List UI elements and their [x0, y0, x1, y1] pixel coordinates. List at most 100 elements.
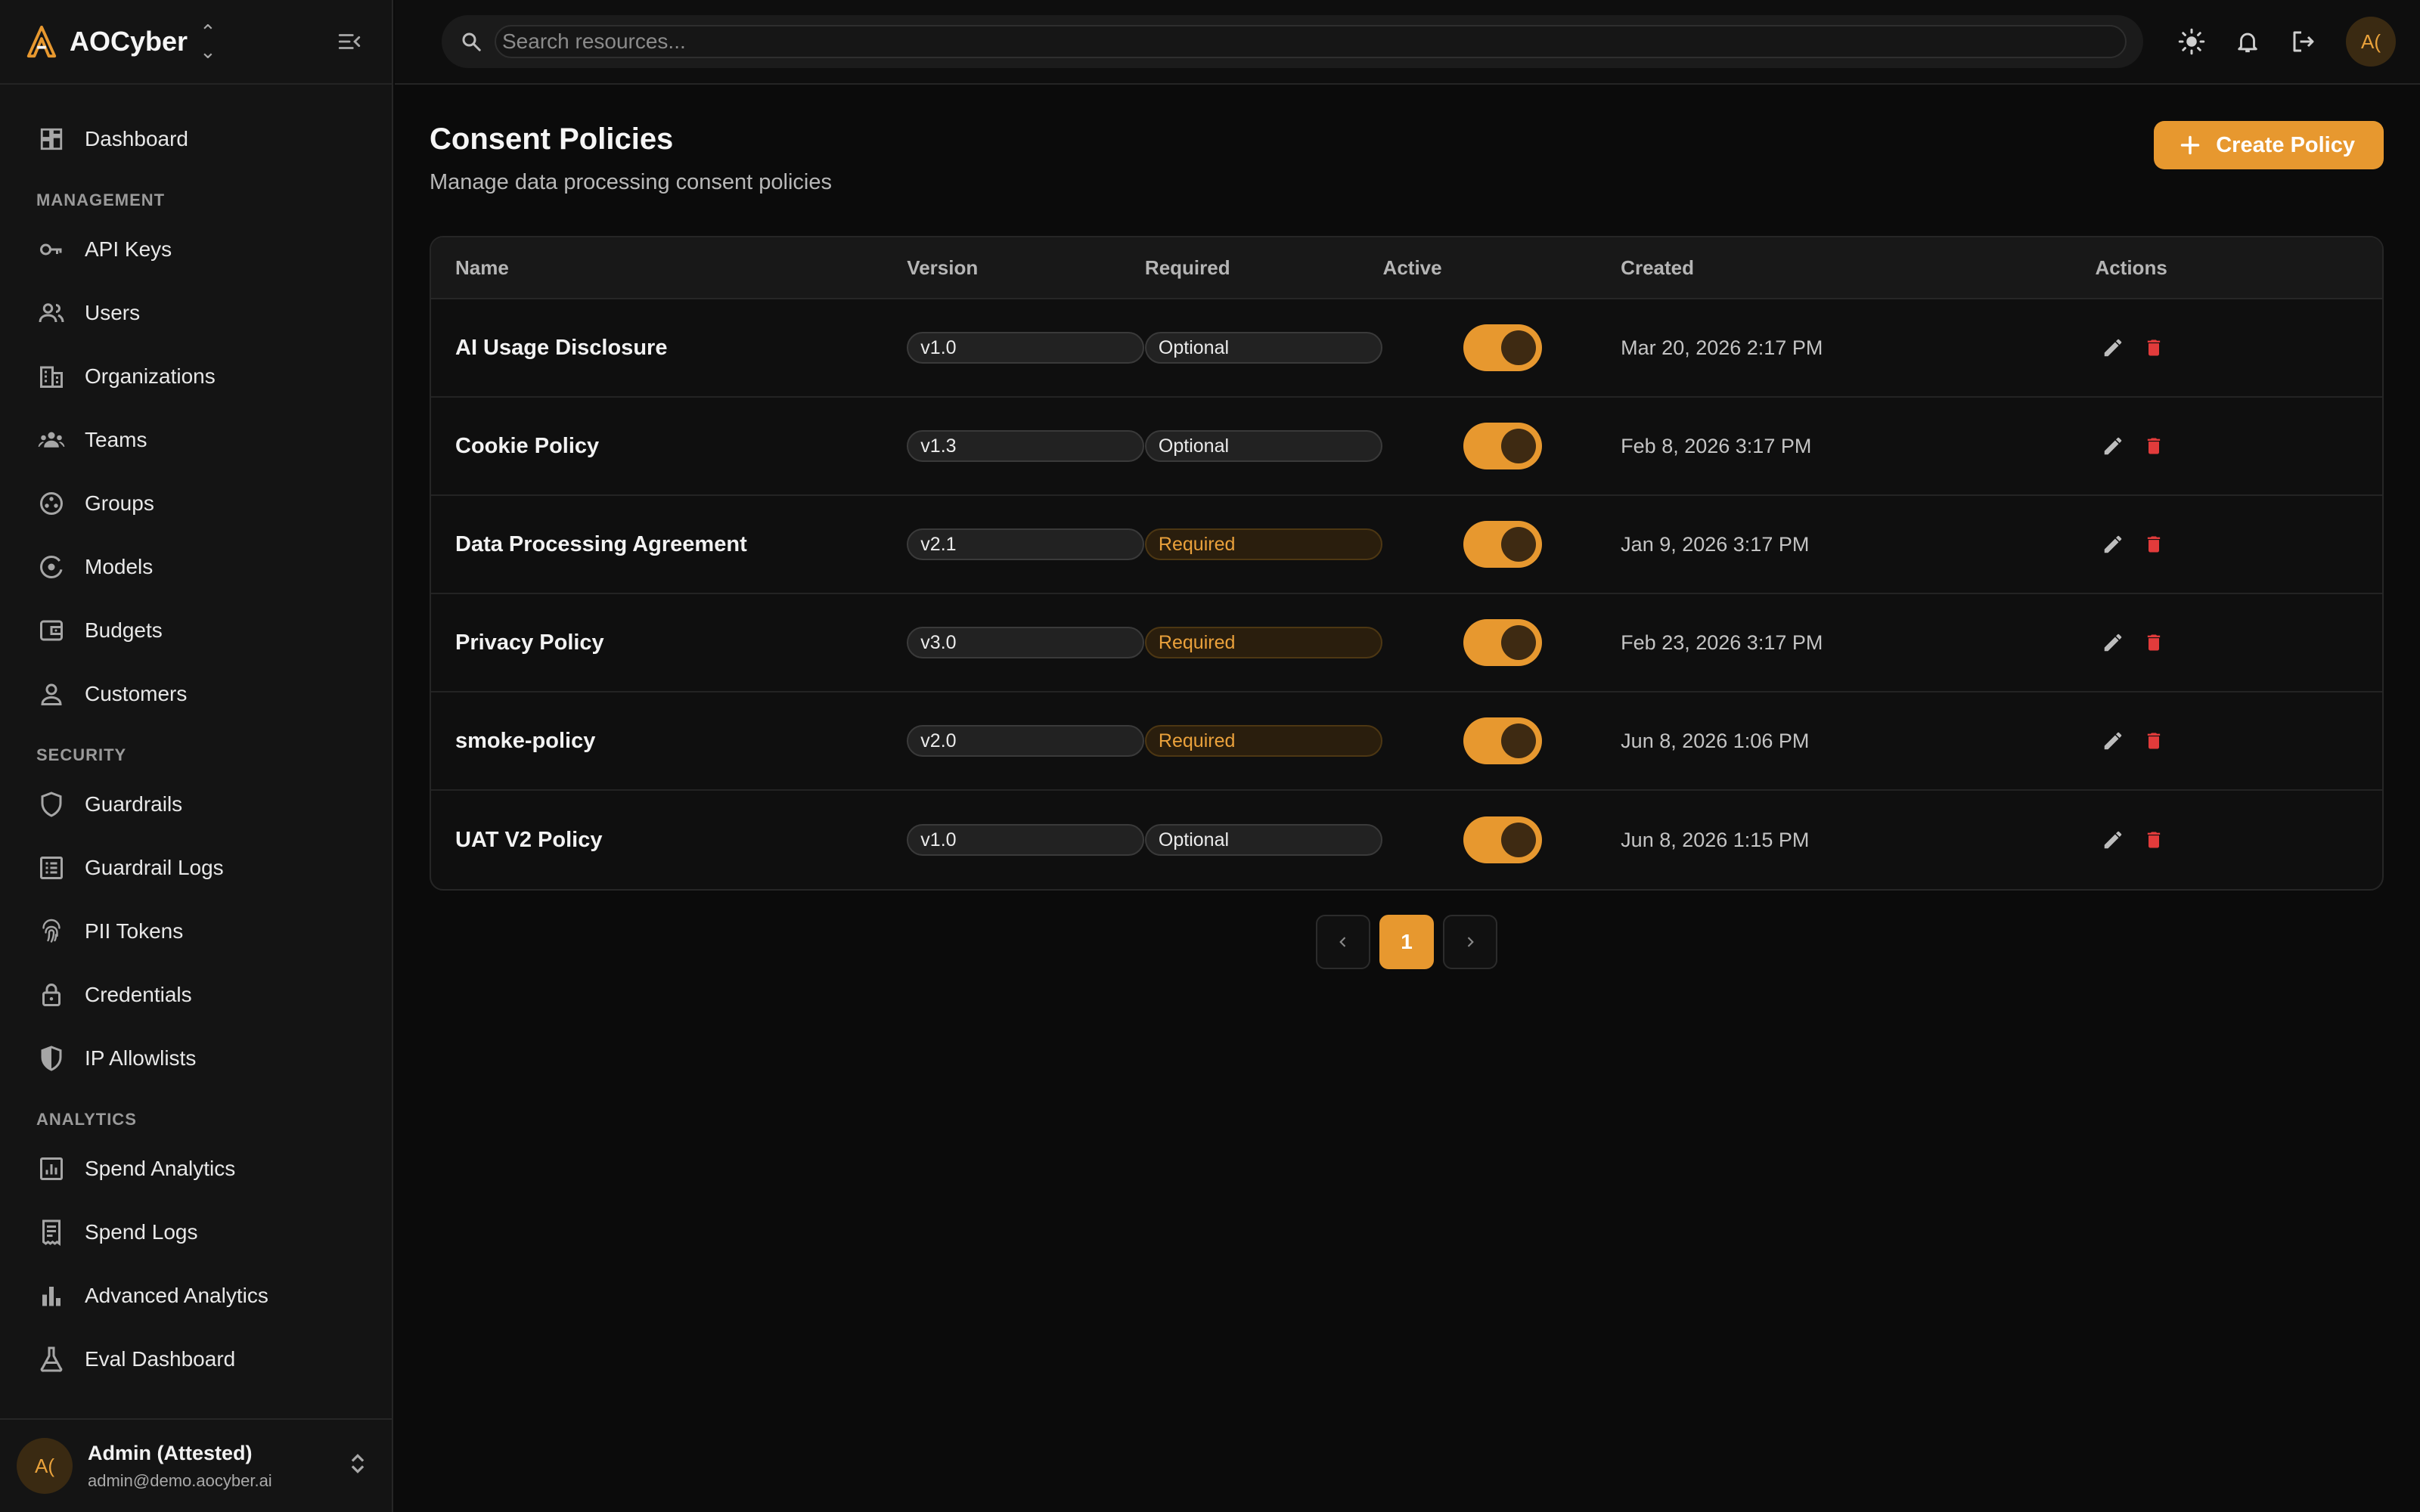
sidebar-item-credentials[interactable]: Credentials: [0, 963, 392, 1027]
sidebar-item-groups[interactable]: Groups: [0, 472, 392, 535]
delete-trash-icon[interactable]: [2142, 631, 2166, 655]
active-toggle[interactable]: [1463, 816, 1542, 863]
sidebar-item-spend-logs[interactable]: Spend Logs: [0, 1201, 392, 1264]
sidebar-item-teams[interactable]: Teams: [0, 408, 392, 472]
edit-pencil-icon[interactable]: [2101, 828, 2125, 852]
brand-header: AOCyber ⌃ ⌄: [0, 0, 392, 85]
sidebar-item-spend-analytics[interactable]: Spend Analytics: [0, 1137, 392, 1201]
sidebar-item-models[interactable]: Models: [0, 535, 392, 599]
row-actions: [2095, 336, 2382, 360]
create-policy-button[interactable]: Create Policy: [2154, 121, 2384, 169]
top-actions: A(: [2178, 17, 2396, 67]
delete-trash-icon[interactable]: [2142, 532, 2166, 556]
toggle-knob: [1500, 527, 1536, 562]
sidebar-nav: Dashboard MANAGEMENT API Keys Users Orga…: [0, 85, 392, 1391]
delete-trash-icon[interactable]: [2142, 729, 2166, 753]
user-menu[interactable]: A( Admin (Attested) admin@demo.aocyber.a…: [0, 1418, 392, 1512]
bell-icon[interactable]: [2234, 28, 2261, 55]
chevron-updown-icon[interactable]: [349, 1452, 366, 1481]
previous-page-button[interactable]: [1316, 915, 1370, 969]
receipt-icon: [36, 1217, 67, 1247]
sidebar-item-label: Budgets: [85, 618, 163, 642]
delete-trash-icon[interactable]: [2142, 336, 2166, 360]
created-date: Jan 9, 2026 3:17 PM: [1621, 532, 1810, 556]
brand-logo-icon: [26, 25, 57, 58]
required-cell: Required: [1144, 528, 1383, 560]
sidebar-item-pii-tokens[interactable]: PII Tokens: [0, 900, 392, 963]
version-badge: v1.0: [907, 824, 1145, 856]
active-cell: [1383, 816, 1621, 863]
toggle-knob: [1500, 330, 1536, 365]
groups-icon: [36, 488, 67, 519]
sidebar-item-organizations[interactable]: Organizations: [0, 345, 392, 408]
logout-icon[interactable]: [2290, 28, 2317, 55]
created-date: Feb 8, 2026 3:17 PM: [1621, 434, 1812, 457]
user-info: Admin (Attested) admin@demo.aocyber.ai: [88, 1442, 272, 1491]
search-bar: [442, 15, 2143, 68]
collapse-sidebar-icon[interactable]: [334, 26, 365, 57]
section-title-analytics: ANALYTICS: [36, 1110, 137, 1129]
sidebar-item-guardrails[interactable]: Guardrails: [0, 773, 392, 836]
created-cell: Mar 20, 2026 2:17 PM: [1621, 336, 2095, 360]
page-title: Consent Policies: [430, 122, 674, 156]
section-title-management: MANAGEMENT: [36, 191, 166, 209]
chevron-updown-icon[interactable]: ⌃ ⌄: [200, 22, 216, 61]
sidebar-item-ip-allowlists[interactable]: IP Allowlists: [0, 1027, 392, 1090]
sidebar-item-eval-dashboard[interactable]: Eval Dashboard: [0, 1328, 392, 1391]
edit-pencil-icon[interactable]: [2101, 631, 2125, 655]
edit-pencil-icon[interactable]: [2101, 729, 2125, 753]
actions-cell: [2095, 336, 2382, 360]
actions-cell: [2095, 434, 2382, 458]
page-number-button[interactable]: 1: [1379, 915, 1434, 969]
main-content: Consent Policies Manage data processing …: [430, 85, 2384, 969]
edit-pencil-icon[interactable]: [2101, 336, 2125, 360]
required-badge: Required: [1144, 627, 1382, 658]
sidebar-item-advanced-analytics[interactable]: Advanced Analytics: [0, 1264, 392, 1328]
active-toggle[interactable]: [1463, 324, 1542, 371]
active-toggle[interactable]: [1463, 521, 1542, 568]
policy-name: smoke-policy: [455, 728, 596, 753]
row-actions: [2095, 828, 2382, 852]
active-cell: [1383, 717, 1621, 764]
column-header-version[interactable]: Version: [907, 256, 1145, 280]
sidebar-item-users[interactable]: Users: [0, 281, 392, 345]
sidebar-item-budgets[interactable]: Budgets: [0, 599, 392, 662]
search-input[interactable]: [495, 25, 2127, 58]
sidebar-item-label: Models: [85, 555, 154, 578]
column-header-active[interactable]: Active: [1383, 256, 1621, 280]
sidebar-item-label: Credentials: [85, 983, 192, 1006]
column-header-created[interactable]: Created: [1621, 256, 2095, 280]
created-cell: Feb 23, 2026 3:17 PM: [1621, 631, 2095, 655]
table-row: AI Usage Disclosure v1.0 Optional Mar 20…: [431, 299, 2382, 398]
active-toggle[interactable]: [1463, 717, 1542, 764]
version-badge: v2.1: [907, 528, 1145, 560]
created-date: Mar 20, 2026 2:17 PM: [1621, 336, 1823, 359]
theme-toggle-sun-icon[interactable]: [2178, 28, 2205, 55]
edit-pencil-icon[interactable]: [2101, 434, 2125, 458]
sidebar-item-dashboard[interactable]: Dashboard: [0, 107, 392, 171]
created-cell: Feb 8, 2026 3:17 PM: [1621, 435, 2095, 458]
created-date: Jun 8, 2026 1:06 PM: [1621, 729, 1810, 752]
sidebar-item-api-keys[interactable]: API Keys: [0, 218, 392, 281]
sidebar-item-label: Customers: [85, 682, 188, 705]
active-toggle[interactable]: [1463, 423, 1542, 469]
edit-pencil-icon[interactable]: [2101, 532, 2125, 556]
avatar[interactable]: A(: [2346, 17, 2396, 67]
brand-name[interactable]: AOCyber: [70, 26, 188, 57]
sidebar-item-customers[interactable]: Customers: [0, 662, 392, 726]
version-cell: v1.0: [907, 332, 1145, 364]
delete-trash-icon[interactable]: [2142, 828, 2166, 852]
active-toggle[interactable]: [1463, 619, 1542, 666]
policy-name: Cookie Policy: [455, 433, 600, 458]
sidebar-item-guardrail-logs[interactable]: Guardrail Logs: [0, 836, 392, 900]
delete-trash-icon[interactable]: [2142, 434, 2166, 458]
created-cell: Jan 9, 2026 3:17 PM: [1621, 533, 2095, 556]
version-cell: v1.3: [907, 430, 1145, 462]
column-header-name[interactable]: Name: [431, 256, 907, 280]
name-cell: UAT V2 Policy: [431, 828, 907, 853]
next-page-button[interactable]: [1443, 915, 1497, 969]
sidebar-item-label: PII Tokens: [85, 919, 184, 943]
column-header-required[interactable]: Required: [1145, 256, 1383, 280]
row-actions: [2095, 631, 2382, 655]
toggle-knob: [1500, 723, 1536, 758]
